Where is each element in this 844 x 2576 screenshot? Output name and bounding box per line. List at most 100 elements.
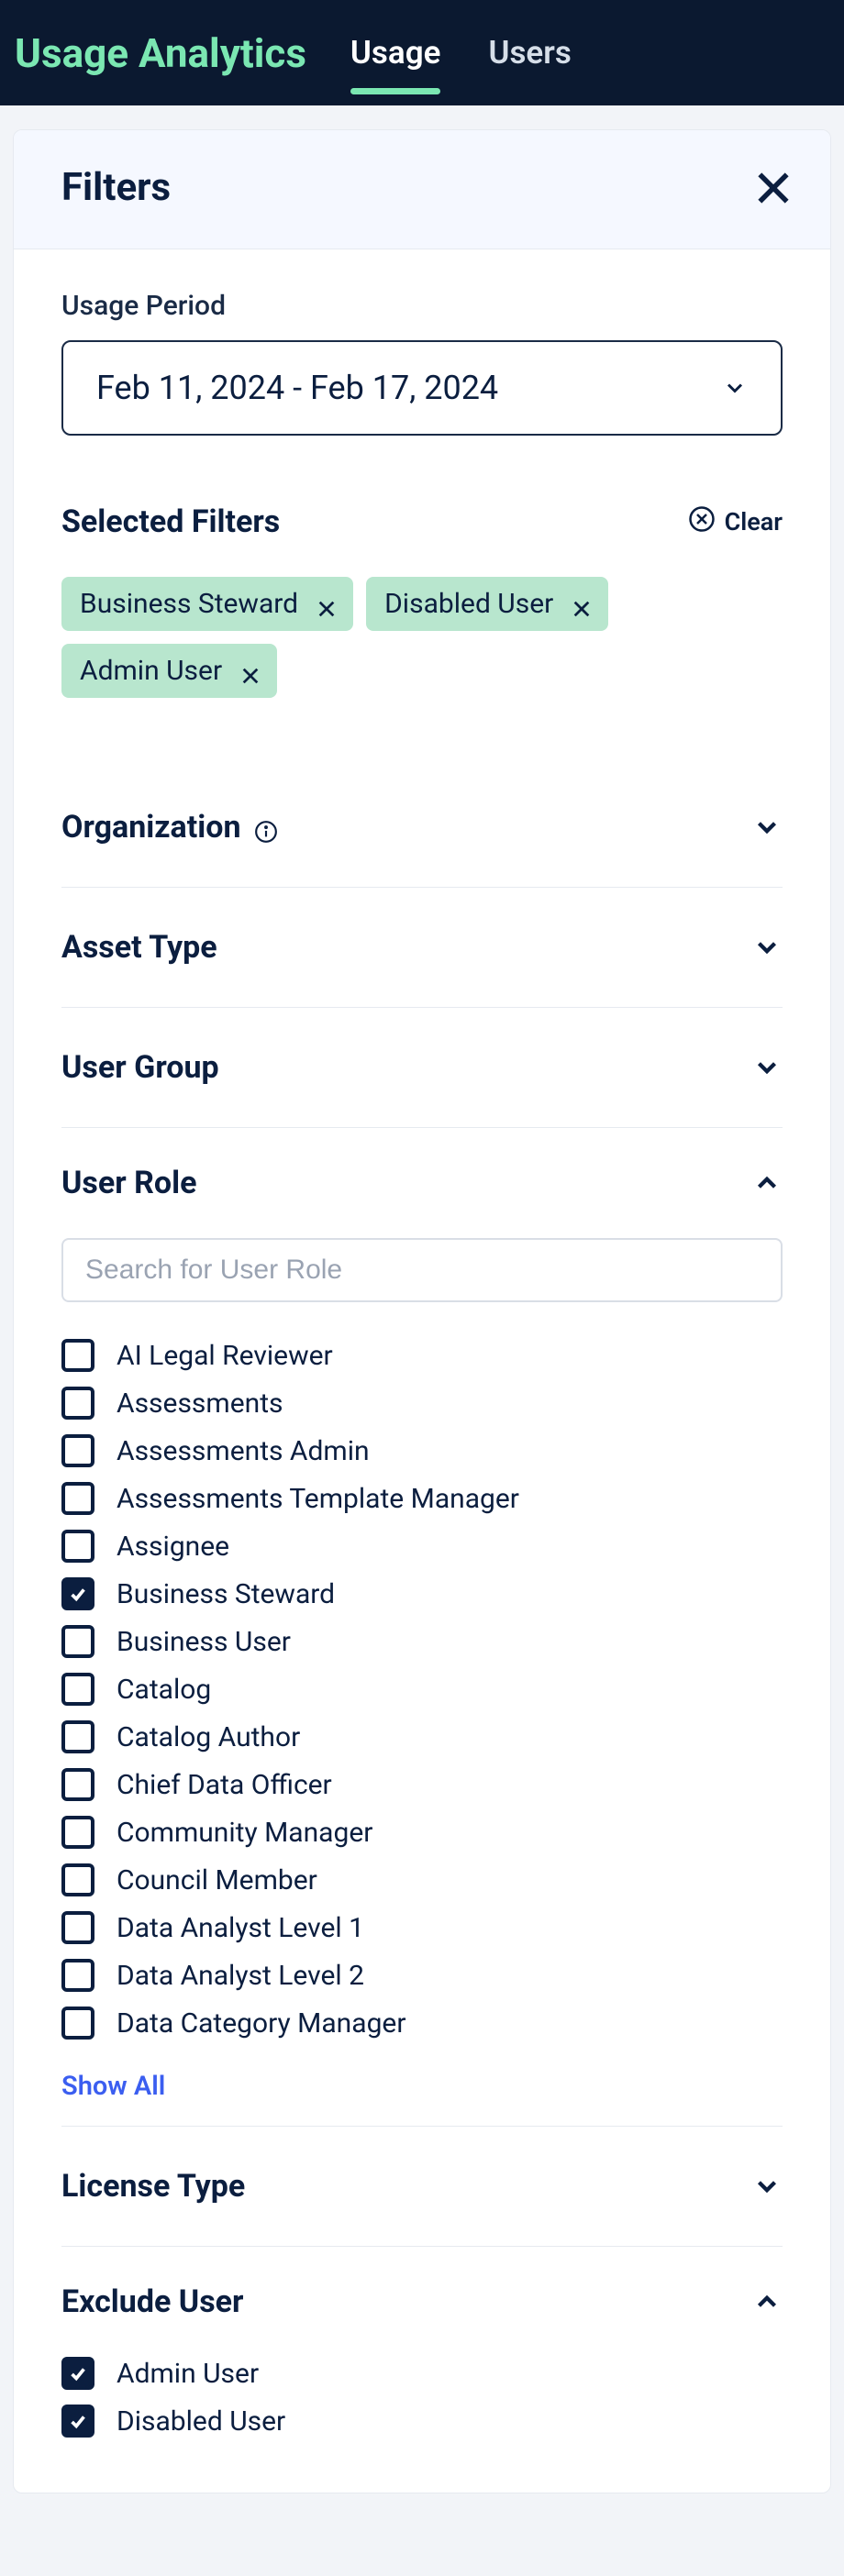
exclude-user-body: Admin User Disabled User: [61, 2357, 783, 2461]
section-user-group: User Group: [61, 1007, 783, 1127]
section-asset-type-header[interactable]: Asset Type: [61, 888, 783, 1007]
filters-panel: Filters Usage Period Feb 11, 2024 - Feb …: [13, 129, 831, 2493]
checkbox-item[interactable]: Disabled User: [61, 2405, 783, 2438]
section-exclude-user-header[interactable]: Exclude User: [61, 2247, 783, 2357]
clear-circle-x-icon: [688, 505, 716, 539]
chevron-down-icon: [722, 375, 748, 401]
chip-remove-icon[interactable]: [316, 594, 337, 614]
checkbox-label: Assessments Admin: [117, 1435, 370, 1467]
usage-period-select[interactable]: Feb 11, 2024 - Feb 17, 2024: [61, 340, 783, 436]
chevron-down-icon: [751, 2171, 783, 2202]
checkbox[interactable]: [61, 1482, 94, 1515]
checkbox-item[interactable]: Catalog: [61, 1673, 783, 1706]
chip-label: Admin User: [80, 655, 222, 687]
checkbox-item[interactable]: Assessments: [61, 1387, 783, 1420]
checkbox-label: Assessments Template Manager: [117, 1483, 519, 1515]
checkbox-item[interactable]: Data Analyst Level 2: [61, 1959, 783, 1992]
chip-label: Business Steward: [80, 588, 298, 620]
checkbox-label: Catalog: [117, 1674, 211, 1706]
tab-usage[interactable]: Usage: [350, 0, 441, 105]
checkbox-item[interactable]: Business Steward: [61, 1577, 783, 1610]
tab-users[interactable]: Users: [488, 0, 571, 105]
user-role-title: User Role: [61, 1165, 196, 1201]
asset-type-title: Asset Type: [61, 929, 217, 966]
checkbox[interactable]: [61, 2405, 94, 2438]
user-role-search[interactable]: [61, 1238, 783, 1302]
section-user-role-header[interactable]: User Role: [61, 1128, 783, 1238]
chip-label: Disabled User: [384, 588, 553, 620]
chevron-down-icon: [751, 932, 783, 963]
checkbox-label: Business Steward: [117, 1578, 335, 1610]
checkbox-item[interactable]: Data Analyst Level 1: [61, 1911, 783, 1944]
checkbox-item[interactable]: Chief Data Officer: [61, 1768, 783, 1801]
checkbox-label: Catalog Author: [117, 1721, 300, 1753]
checkbox[interactable]: [61, 1720, 94, 1753]
checkbox-item[interactable]: Business User: [61, 1625, 783, 1658]
top-nav: Usage Analytics Usage Users: [0, 0, 844, 105]
checkbox-label: Community Manager: [117, 1817, 372, 1849]
section-asset-type: Asset Type: [61, 887, 783, 1007]
user-role-body: AI Legal Reviewer Assessments Assessments …: [61, 1238, 783, 2126]
clear-filters-button[interactable]: Clear: [688, 505, 783, 539]
checkbox-label: Assignee: [117, 1531, 229, 1563]
chevron-up-icon: [751, 1167, 783, 1199]
organization-title: Organization: [61, 809, 241, 846]
chevron-up-icon: [751, 2286, 783, 2317]
checkbox-item[interactable]: Assignee: [61, 1530, 783, 1563]
checkbox[interactable]: [61, 1959, 94, 1992]
checkbox[interactable]: [61, 1911, 94, 1944]
checkbox[interactable]: [61, 1387, 94, 1420]
app-title: Usage Analytics: [15, 29, 306, 77]
checkbox-item[interactable]: Assessments Admin: [61, 1434, 783, 1467]
user-group-title: User Group: [61, 1049, 219, 1086]
section-organization: Organization: [61, 768, 783, 887]
clear-label: Clear: [725, 507, 783, 536]
usage-period-value: Feb 11, 2024 - Feb 17, 2024: [96, 369, 498, 407]
exclude-user-title: Exclude User: [61, 2283, 244, 2320]
checkbox-item[interactable]: Catalog Author: [61, 1720, 783, 1753]
checkbox-label: Data Analyst Level 1: [117, 1912, 364, 1944]
info-icon: [254, 815, 278, 839]
checkbox[interactable]: [61, 1863, 94, 1896]
checkbox[interactable]: [61, 1434, 94, 1467]
user-role-list: AI Legal Reviewer Assessments Assessments …: [61, 1339, 783, 2040]
filter-chip: Business Steward: [61, 577, 353, 631]
checkbox-label: Admin User: [117, 2358, 259, 2390]
panel-body: Usage Period Feb 11, 2024 - Feb 17, 2024…: [14, 249, 830, 2493]
checkbox-label: Data Category Manager: [117, 2007, 405, 2040]
panel-title: Filters: [61, 165, 171, 210]
checkbox[interactable]: [61, 1530, 94, 1563]
panel-header: Filters: [14, 130, 830, 249]
checkbox-item[interactable]: Assessments Template Manager: [61, 1482, 783, 1515]
close-icon[interactable]: [753, 168, 794, 208]
checkbox-label: AI Legal Reviewer: [117, 1340, 333, 1372]
section-user-role: User Role AI Legal Reviewer Assessments As…: [61, 1127, 783, 2126]
checkbox-label: Chief Data Officer: [117, 1769, 332, 1801]
section-organization-header[interactable]: Organization: [61, 768, 783, 887]
section-user-group-header[interactable]: User Group: [61, 1008, 783, 1127]
user-role-search-input[interactable]: [85, 1255, 759, 1286]
checkbox-item[interactable]: Data Category Manager: [61, 2007, 783, 2040]
section-license-type-header[interactable]: License Type: [61, 2127, 783, 2246]
filter-chip: Disabled User: [366, 577, 608, 631]
checkbox[interactable]: [61, 2007, 94, 2040]
checkbox-item[interactable]: Community Manager: [61, 1816, 783, 1849]
checkbox-item[interactable]: Admin User: [61, 2357, 783, 2390]
exclude-user-list: Admin User Disabled User: [61, 2357, 783, 2438]
top-tabs: Usage Users: [350, 0, 572, 105]
checkbox[interactable]: [61, 2357, 94, 2390]
checkbox[interactable]: [61, 1625, 94, 1658]
checkbox[interactable]: [61, 1816, 94, 1849]
checkbox[interactable]: [61, 1577, 94, 1610]
checkbox[interactable]: [61, 1768, 94, 1801]
checkbox-item[interactable]: Council Member: [61, 1863, 783, 1896]
show-all-button[interactable]: Show All: [61, 2071, 783, 2102]
checkbox-label: Data Analyst Level 2: [117, 1960, 364, 1992]
chip-remove-icon[interactable]: [572, 594, 592, 614]
filter-chip: Admin User: [61, 644, 277, 698]
checkbox[interactable]: [61, 1673, 94, 1706]
checkbox[interactable]: [61, 1339, 94, 1372]
checkbox-item[interactable]: AI Legal Reviewer: [61, 1339, 783, 1372]
chevron-down-icon: [751, 812, 783, 843]
chip-remove-icon[interactable]: [240, 661, 261, 681]
